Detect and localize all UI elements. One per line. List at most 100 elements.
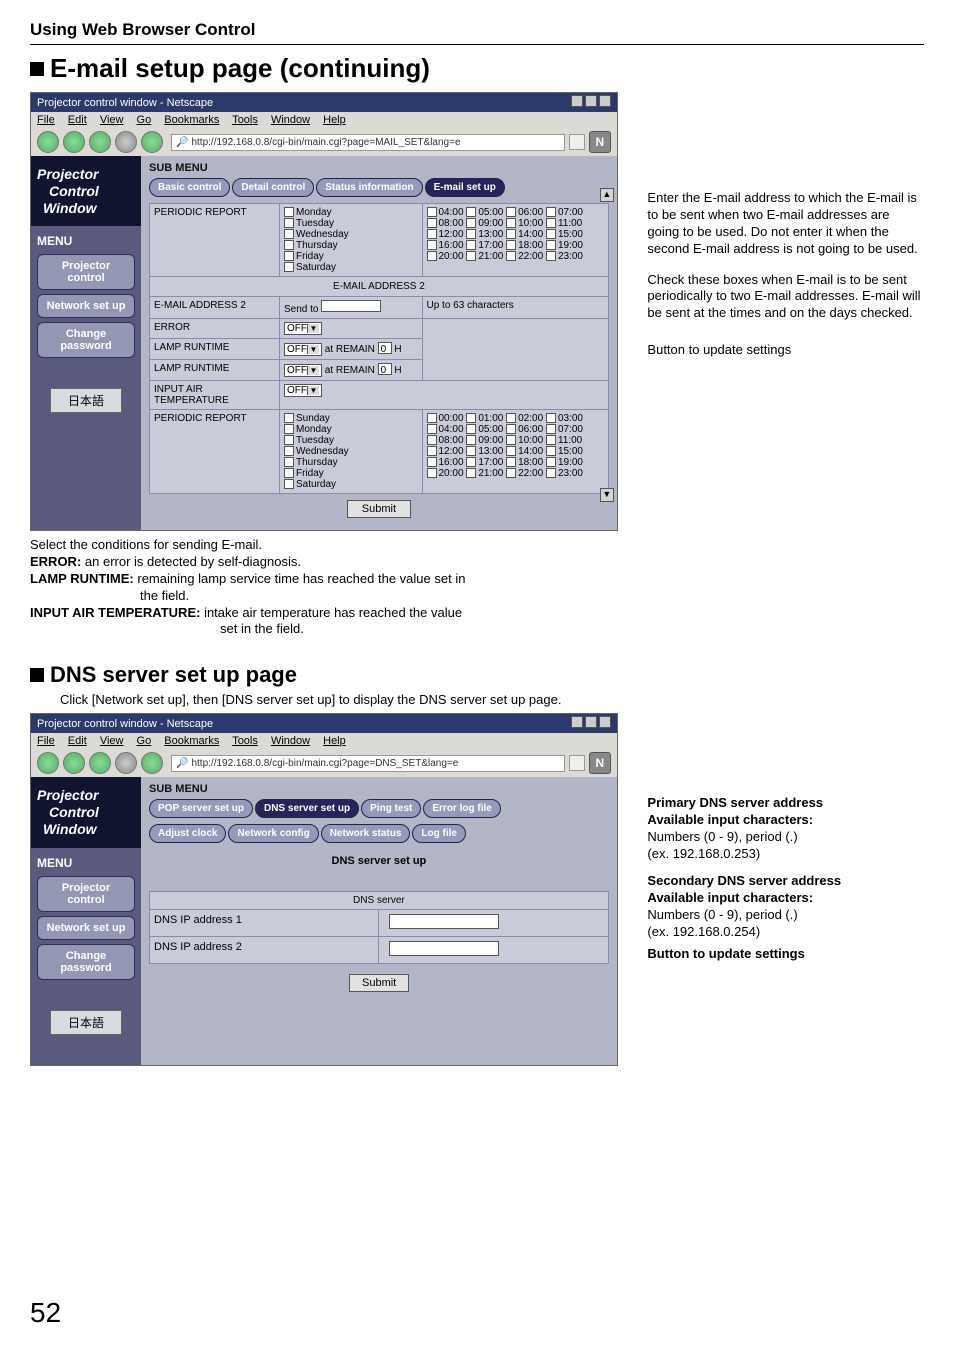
check-friday[interactable] <box>284 468 294 478</box>
menu-help[interactable]: Help <box>323 114 346 126</box>
check-time[interactable] <box>427 251 437 261</box>
check-saturday[interactable] <box>284 262 294 272</box>
menu-edit[interactable]: Edit <box>68 735 87 747</box>
check-time[interactable] <box>506 207 516 217</box>
menubar[interactable]: File Edit View Go Bookmarks Tools Window… <box>31 733 617 749</box>
check-time[interactable] <box>506 446 516 456</box>
check-time[interactable] <box>427 229 437 239</box>
dns-submit-button[interactable]: Submit <box>349 974 409 992</box>
check-time[interactable] <box>427 218 437 228</box>
input-dns-ip1[interactable] <box>389 914 499 929</box>
menu-tools[interactable]: Tools <box>232 114 258 126</box>
check-time[interactable] <box>546 218 556 228</box>
back-button[interactable] <box>37 131 59 153</box>
back-button[interactable] <box>37 752 59 774</box>
check-sunday[interactable] <box>284 413 294 423</box>
check-time[interactable] <box>506 424 516 434</box>
menubar[interactable]: File Edit View Go Bookmarks Tools Window… <box>31 112 617 128</box>
stop-button[interactable] <box>115 752 137 774</box>
select-error[interactable]: OFF▼ <box>284 322 322 335</box>
check-time[interactable] <box>546 240 556 250</box>
check-time[interactable] <box>546 207 556 217</box>
scroll-down-icon[interactable]: ▼ <box>600 488 614 502</box>
check-time[interactable] <box>427 424 437 434</box>
netscape-icon[interactable]: N <box>589 752 611 774</box>
check-time[interactable] <box>466 413 476 423</box>
netscape-icon[interactable]: N <box>589 131 611 153</box>
check-time[interactable] <box>506 435 516 445</box>
menu-view[interactable]: View <box>100 735 124 747</box>
check-time[interactable] <box>546 468 556 478</box>
menu-file[interactable]: File <box>37 735 55 747</box>
check-time[interactable] <box>546 413 556 423</box>
check-time[interactable] <box>427 435 437 445</box>
stop-button[interactable] <box>115 131 137 153</box>
input-sendto[interactable] <box>321 300 381 312</box>
check-time[interactable] <box>466 218 476 228</box>
scroll-up-icon[interactable]: ▲ <box>600 188 614 202</box>
sidebar-item-projector-control[interactable]: Projector control <box>37 254 135 290</box>
tab-network-config[interactable]: Network config <box>228 824 318 843</box>
select-lamp2[interactable]: OFF▼ <box>284 364 322 377</box>
forward-button[interactable] <box>63 131 85 153</box>
check-friday[interactable] <box>284 251 294 261</box>
menu-tools[interactable]: Tools <box>232 735 258 747</box>
tab-error-log[interactable]: Error log file <box>423 799 500 818</box>
menu-go[interactable]: Go <box>137 735 152 747</box>
tab-ping-test[interactable]: Ping test <box>361 799 421 818</box>
tab-adjust-clock[interactable]: Adjust clock <box>149 824 226 843</box>
tab-email-setup[interactable]: E-mail set up <box>425 178 505 197</box>
tab-pop-server[interactable]: POP server set up <box>149 799 253 818</box>
check-time[interactable] <box>466 468 476 478</box>
reload-button[interactable] <box>89 131 111 153</box>
check-time[interactable] <box>466 424 476 434</box>
input-remain2[interactable]: 0 <box>378 363 392 375</box>
forward-button[interactable] <box>63 752 85 774</box>
window-controls[interactable] <box>569 95 611 110</box>
check-time[interactable] <box>427 413 437 423</box>
address-bar[interactable]: 🔎http://192.168.0.8/cgi-bin/main.cgi?pag… <box>171 134 565 151</box>
check-time[interactable] <box>466 457 476 467</box>
menu-edit[interactable]: Edit <box>68 114 87 126</box>
sidebar-item-change-password[interactable]: Change password <box>37 322 135 358</box>
menu-window[interactable]: Window <box>271 735 310 747</box>
input-dns-ip2[interactable] <box>389 941 499 956</box>
address-bar[interactable]: 🔎http://192.168.0.8/cgi-bin/main.cgi?pag… <box>171 755 565 772</box>
tab-detail-control[interactable]: Detail control <box>232 178 314 197</box>
select-airtemp[interactable]: OFF▼ <box>284 384 322 397</box>
check-saturday[interactable] <box>284 479 294 489</box>
check-tuesday[interactable] <box>284 435 294 445</box>
check-time[interactable] <box>427 468 437 478</box>
check-time[interactable] <box>506 251 516 261</box>
check-time[interactable] <box>546 435 556 445</box>
check-time[interactable] <box>546 251 556 261</box>
tab-dns-server[interactable]: DNS server set up <box>255 799 359 818</box>
sidebar-item-projector-control[interactable]: Projector control <box>37 876 135 912</box>
tab-network-status[interactable]: Network status <box>321 824 411 843</box>
menu-bookmarks[interactable]: Bookmarks <box>164 735 219 747</box>
menu-window[interactable]: Window <box>271 114 310 126</box>
input-remain1[interactable]: 0 <box>378 342 392 354</box>
japanese-button[interactable]: 日本語 <box>50 388 122 413</box>
home-button[interactable] <box>141 752 163 774</box>
url-dropdown[interactable] <box>569 134 585 150</box>
check-time[interactable] <box>506 218 516 228</box>
reload-button[interactable] <box>89 752 111 774</box>
check-tuesday[interactable] <box>284 218 294 228</box>
menu-help[interactable]: Help <box>323 735 346 747</box>
menu-go[interactable]: Go <box>137 114 152 126</box>
sidebar-item-network-setup[interactable]: Network set up <box>37 916 135 940</box>
menu-file[interactable]: File <box>37 114 55 126</box>
check-time[interactable] <box>427 457 437 467</box>
sidebar-item-network-setup[interactable]: Network set up <box>37 294 135 318</box>
check-wednesday[interactable] <box>284 229 294 239</box>
submit-button[interactable]: Submit <box>347 500 411 518</box>
check-time[interactable] <box>506 457 516 467</box>
check-time[interactable] <box>546 229 556 239</box>
check-time[interactable] <box>427 207 437 217</box>
check-time[interactable] <box>506 229 516 239</box>
check-time[interactable] <box>506 468 516 478</box>
check-monday[interactable] <box>284 424 294 434</box>
home-button[interactable] <box>141 131 163 153</box>
japanese-button[interactable]: 日本語 <box>50 1010 122 1035</box>
